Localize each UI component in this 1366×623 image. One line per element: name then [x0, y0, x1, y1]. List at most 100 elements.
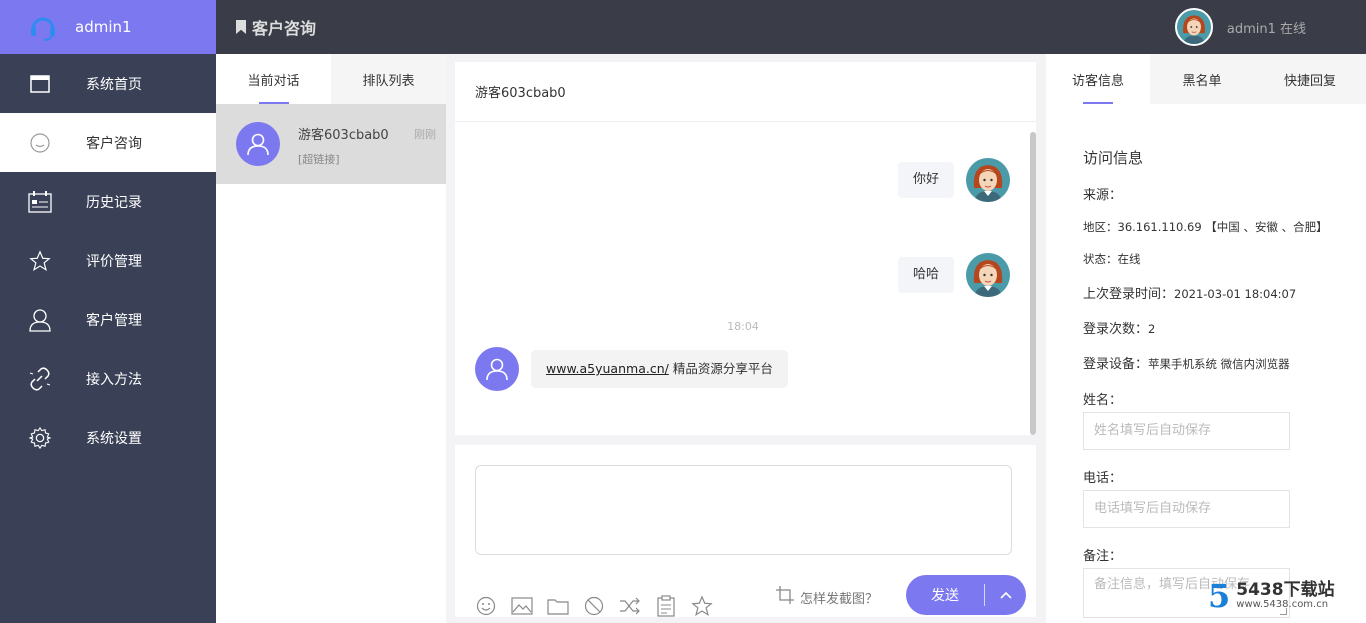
- tab-visitor-info[interactable]: 访客信息: [1046, 54, 1150, 104]
- sidebar: admin1 系统首页 客户咨询 历史记录 评价管理 客户管理 接入方法 系统设…: [0, 0, 216, 623]
- folder-icon[interactable]: [547, 595, 569, 617]
- info-last-login: 上次登录时间：2021-03-01 18:04:07: [1083, 283, 1366, 302]
- star-icon[interactable]: [691, 595, 713, 617]
- message-text: 精品资源分享平台: [672, 361, 773, 376]
- sidebar-item-consult[interactable]: 客户咨询: [0, 113, 216, 172]
- page-title: 客户咨询: [236, 15, 316, 39]
- send-button[interactable]: 发送: [906, 585, 984, 605]
- note-label: 备注：: [1083, 549, 1123, 564]
- message-bubble: www.a5yuanma.cn/精品资源分享平台: [531, 350, 788, 388]
- info-source: 来源：: [1083, 184, 1366, 203]
- chevron-up-icon: [999, 591, 1012, 599]
- window-icon: [28, 72, 52, 96]
- user-icon: [28, 308, 52, 332]
- conversation-list: 当前对话 排队列表 游客603cbab0 [超链接] 刚刚: [216, 54, 446, 623]
- visitor-panel: 访客信息 黑名单 快捷回复 访问信息 来源： 地区：36.161.110.69 …: [1046, 54, 1366, 623]
- message-incoming: www.a5yuanma.cn/精品资源分享平台: [475, 347, 788, 391]
- shuffle-icon[interactable]: [619, 595, 641, 617]
- message-input[interactable]: [475, 465, 1012, 555]
- topbar: 客户咨询 admin1 在线: [216, 0, 1366, 54]
- visitor-avatar-icon: [475, 347, 519, 391]
- list-item[interactable]: 游客603cbab0 [超链接] 刚刚: [216, 104, 446, 184]
- info-region: 地区：36.161.110.69 【中国 、安徽 、合肥】: [1083, 219, 1366, 235]
- sidebar-item-rating[interactable]: 评价管理: [0, 231, 216, 290]
- phone-field[interactable]: 电话填写后自动保存: [1083, 490, 1290, 528]
- user-status: admin1 在线: [1226, 21, 1306, 37]
- sidebar-item-home[interactable]: 系统首页: [0, 54, 216, 113]
- watermark-5-icon: 5: [1208, 577, 1231, 615]
- topbar-user[interactable]: admin1 在线: [1174, 8, 1306, 46]
- send-divider: [984, 584, 985, 606]
- conversation-name: 游客603cbab0: [298, 128, 389, 143]
- clipboard-icon[interactable]: [655, 595, 677, 617]
- phone-label: 电话：: [1083, 471, 1123, 486]
- sidebar-item-label: 系统首页: [86, 76, 142, 93]
- info-value: 在线: [1117, 252, 1141, 266]
- send-options-button[interactable]: [985, 591, 1026, 599]
- conversation-tabs: 当前对话 排队列表: [216, 54, 446, 104]
- info-label: 登录次数：: [1083, 322, 1149, 337]
- tab-blacklist[interactable]: 黑名单: [1150, 54, 1254, 104]
- watermark-logo: 5 5438下载站 www.5438.com.cn: [1208, 580, 1335, 612]
- watermark-brand: 5438下载站: [1236, 580, 1335, 600]
- watermark-url: www.5438.com.cn: [1236, 599, 1329, 610]
- info-value: 36.161.110.69 【中国 、安徽 、合肥】: [1117, 220, 1328, 234]
- screenshot-help-link[interactable]: 怎样发截图？: [775, 585, 878, 609]
- block-icon[interactable]: [583, 595, 605, 617]
- page-title-text: 客户咨询: [252, 19, 317, 38]
- chat-panel: 游客603cbab0 你好 哈哈 18:04 www.a5yuanma.cn/精…: [455, 62, 1036, 435]
- visitor-tabs: 访客信息 黑名单 快捷回复: [1046, 54, 1366, 104]
- tab-queue[interactable]: 排队列表: [331, 54, 446, 104]
- sidebar-item-customers[interactable]: 客户管理: [0, 290, 216, 349]
- message-outgoing: 哈哈: [897, 253, 1010, 297]
- message-outgoing: 你好: [897, 158, 1010, 202]
- bookmark-icon: [236, 20, 246, 34]
- info-status: 状态：在线: [1083, 251, 1366, 267]
- agent-avatar: [966, 158, 1010, 202]
- sidebar-item-label: 客户咨询: [86, 135, 142, 152]
- emoji-icon[interactable]: [475, 595, 497, 617]
- info-value: 苹果手机系统 微信内浏览器: [1148, 357, 1290, 371]
- chat-scrollbar[interactable]: [1030, 132, 1036, 435]
- conversation-time: 刚刚: [414, 128, 436, 141]
- conversation-preview: [超链接]: [298, 153, 340, 166]
- chat-bubble-icon: [28, 131, 52, 155]
- message-bubble: 你好: [897, 162, 954, 198]
- agent-avatar: [966, 253, 1010, 297]
- message-bubble: 哈哈: [897, 257, 954, 293]
- name-label: 姓名：: [1083, 393, 1123, 408]
- crop-icon: [775, 585, 795, 609]
- sidebar-item-settings[interactable]: 系统设置: [0, 408, 216, 467]
- sidebar-item-label: 接入方法: [86, 371, 142, 388]
- star-icon: [28, 249, 52, 273]
- sidebar-item-label: 历史记录: [86, 194, 142, 211]
- info-login-count: 登录次数：2: [1083, 318, 1366, 337]
- sidebar-item-label: 客户管理: [86, 312, 142, 329]
- send-button-group: 发送: [906, 575, 1026, 615]
- info-value: 2021-03-01 18:04:07: [1174, 287, 1297, 301]
- sidebar-item-access[interactable]: 接入方法: [0, 349, 216, 408]
- link-icon: [28, 366, 52, 391]
- info-label: 登录设备：: [1083, 357, 1149, 372]
- tab-current[interactable]: 当前对话: [216, 54, 331, 104]
- sidebar-header: admin1: [0, 0, 216, 54]
- image-icon[interactable]: [511, 595, 533, 617]
- sidebar-item-label: 系统设置: [86, 430, 142, 447]
- screenshot-help-label: 怎样发截图？: [800, 591, 879, 607]
- headset-icon: [28, 12, 58, 42]
- calendar-icon: [28, 190, 52, 214]
- tab-quick-reply[interactable]: 快捷回复: [1254, 54, 1366, 104]
- sidebar-item-label: 评价管理: [86, 253, 142, 270]
- visitor-avatar-icon: [236, 122, 280, 166]
- visit-info-title: 访问信息: [1083, 149, 1144, 167]
- info-label: 上次登录时间：: [1083, 287, 1175, 302]
- info-label: 来源：: [1083, 188, 1123, 203]
- sidebar-username: admin1: [75, 18, 132, 36]
- message-timestamp: 18:04: [727, 320, 759, 333]
- composer-toolbar: [475, 595, 727, 617]
- avatar: [1174, 8, 1213, 46]
- name-field[interactable]: 姓名填写后自动保存: [1083, 412, 1290, 450]
- info-label: 状态：: [1083, 252, 1118, 266]
- sidebar-item-history[interactable]: 历史记录: [0, 172, 216, 231]
- message-link[interactable]: www.a5yuanma.cn/: [546, 361, 669, 376]
